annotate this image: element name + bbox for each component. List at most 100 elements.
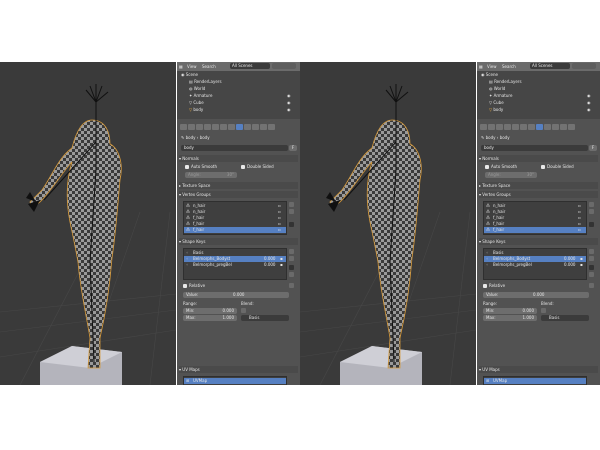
- shape-key-checkbox-icon[interactable]: ▪: [580, 262, 583, 268]
- render-tab-icon[interactable]: [180, 124, 187, 130]
- remove-vertex-group-button[interactable]: [289, 209, 294, 214]
- shape-key-value-field[interactable]: Value: 0.000: [183, 292, 289, 298]
- vertex-groups-section-header[interactable]: ▾ Vertex Groups: [479, 191, 598, 198]
- list-item-selected[interactable]: ⁂ f_hair ▫: [484, 227, 586, 233]
- outliner-item-cube[interactable]: ▽ Cube: [489, 100, 504, 106]
- mesh-data-tab-icon[interactable]: [236, 124, 243, 130]
- outliner-item-world[interactable]: ◍ World: [489, 86, 505, 92]
- normals-section-header[interactable]: ▾ Normals: [179, 155, 298, 162]
- shape-keys-list[interactable]: ◦ Basis ◦ Belmorphs_Bodyst 0.000 ▪ ◦ Belmorph…: [183, 248, 287, 280]
- visibility-eye-icon[interactable]: ◉: [587, 93, 591, 98]
- object-tab-icon[interactable]: [212, 124, 219, 130]
- render-tab-icon[interactable]: [480, 124, 487, 130]
- world-tab-icon[interactable]: [504, 124, 511, 130]
- pin-shape-key-icon[interactable]: [289, 283, 294, 288]
- 3d-viewport[interactable]: [300, 62, 476, 385]
- outliner-item-world[interactable]: ◍ World: [189, 86, 205, 92]
- scenes-filter-dropdown[interactable]: All Scenes: [230, 63, 270, 69]
- normals-section-header[interactable]: ▾ Normals: [479, 155, 598, 162]
- uv-maps-section-header[interactable]: ▾ UV Maps: [179, 366, 298, 373]
- search-menu[interactable]: Search: [202, 64, 216, 69]
- outliner-search-input[interactable]: [272, 63, 296, 69]
- pin-shape-key-icon[interactable]: [589, 283, 594, 288]
- outliner-item-cube[interactable]: ▽ Cube: [189, 100, 204, 106]
- min-field[interactable]: Min: 0.000: [483, 308, 537, 314]
- uv-maps-section-header[interactable]: ▾ UV Maps: [479, 366, 598, 373]
- vertex-group-specials-icon[interactable]: [289, 222, 294, 227]
- shape-key-checkbox-icon[interactable]: ▪: [280, 262, 283, 268]
- relative-checkbox[interactable]: [483, 284, 487, 288]
- object-tab-icon[interactable]: [512, 124, 519, 130]
- shape-keys-list[interactable]: ◦ Basis ◦ Belmorphs_Bodyst 0.000 ▪ ◦ Belmorph…: [483, 248, 587, 280]
- mesh-data-tab-icon[interactable]: [536, 124, 543, 130]
- outliner-item-armature[interactable]: ✦ Armature: [189, 93, 212, 99]
- modifiers-tab-icon[interactable]: [528, 124, 535, 130]
- outliner-item-renderlayers[interactable]: ▤ RenderLayers: [489, 79, 522, 85]
- move-shape-key-button[interactable]: [589, 272, 594, 277]
- texture-tab-icon[interactable]: [252, 124, 259, 130]
- outliner-editor-icon[interactable]: ▦: [479, 64, 483, 69]
- vertex-group-specials-icon[interactable]: [589, 222, 594, 227]
- lock-icon[interactable]: ▫: [278, 227, 281, 233]
- scenes-filter-dropdown[interactable]: All Scenes: [530, 63, 570, 69]
- scene-tab-icon[interactable]: [196, 124, 203, 130]
- outliner-item-armature[interactable]: ✦ Armature: [489, 93, 512, 99]
- visibility-eye-icon[interactable]: ◉: [587, 100, 591, 105]
- particles-tab-icon[interactable]: [560, 124, 567, 130]
- shape-keys-section-header[interactable]: ▾ Shape Keys: [479, 238, 598, 245]
- mesh-name-field[interactable]: body: [481, 145, 588, 151]
- outliner-search-input[interactable]: [572, 63, 596, 69]
- shape-key-specials-icon[interactable]: [589, 265, 594, 270]
- fake-user-button[interactable]: F: [589, 145, 597, 151]
- relative-checkbox[interactable]: [183, 284, 187, 288]
- fake-user-button[interactable]: F: [289, 145, 297, 151]
- layers-tab-icon[interactable]: [488, 124, 495, 130]
- angle-field[interactable]: Angle: 30°: [485, 172, 537, 178]
- constraints-tab-icon[interactable]: [220, 124, 227, 130]
- outliner-item-body[interactable]: ▽ body: [189, 107, 203, 113]
- modifiers-tab-icon[interactable]: [228, 124, 235, 130]
- double-sided-checkbox[interactable]: [241, 165, 245, 169]
- outliner-item-scene[interactable]: ◉ Scene: [181, 72, 198, 78]
- lock-icon[interactable]: ▫: [578, 227, 581, 233]
- layers-tab-icon[interactable]: [188, 124, 195, 130]
- list-item[interactable]: ◦ Belmorphs_pregBel 0.000 ▪: [184, 262, 286, 268]
- visibility-eye-icon[interactable]: ◉: [587, 107, 591, 112]
- particles-tab-icon[interactable]: [260, 124, 267, 130]
- constraints-tab-icon[interactable]: [520, 124, 527, 130]
- auto-smooth-checkbox[interactable]: [185, 165, 189, 169]
- vertex-groups-section-header[interactable]: ▾ Vertex Groups: [179, 191, 298, 198]
- shape-key-specials-icon[interactable]: [289, 265, 294, 270]
- list-item-selected[interactable]: ⁂ f_hair ▫: [184, 227, 286, 233]
- shape-keys-section-header[interactable]: ▾ Shape Keys: [179, 238, 298, 245]
- visibility-eye-icon[interactable]: ◉: [287, 93, 291, 98]
- double-sided-checkbox[interactable]: [541, 165, 545, 169]
- list-item-selected[interactable]: ⊞ UVMap: [484, 378, 586, 384]
- blend-relative-key-field[interactable]: Basis: [541, 315, 589, 321]
- add-vertex-group-button[interactable]: [589, 202, 594, 207]
- texture-tab-icon[interactable]: [552, 124, 559, 130]
- min-field[interactable]: Min: 0.000: [183, 308, 237, 314]
- vertex-groups-list[interactable]: ⁂ n_hair ▫ ⁂ n_hair ▫ ⁂ f_hair ▫ ⁂ f_hair ▫ ⁂ f_h…: [483, 201, 587, 235]
- uv-maps-list[interactable]: ⊞ UVMap: [183, 376, 287, 385]
- world-tab-icon[interactable]: [204, 124, 211, 130]
- blend-relative-key-field[interactable]: Basis: [241, 315, 289, 321]
- scene-tab-icon[interactable]: [496, 124, 503, 130]
- texture-space-section-header[interactable]: ▸ Texture Space: [179, 182, 298, 189]
- outliner-item-scene[interactable]: ◉ Scene: [481, 72, 498, 78]
- outliner-editor-icon[interactable]: ▦: [179, 64, 183, 69]
- view-menu[interactable]: View: [187, 64, 197, 69]
- outliner-item-renderlayers[interactable]: ▤ RenderLayers: [189, 79, 222, 85]
- uv-maps-list[interactable]: ⊞ UVMap: [483, 376, 587, 385]
- 3d-viewport[interactable]: [0, 62, 176, 385]
- add-shape-key-button[interactable]: [589, 249, 594, 254]
- auto-smooth-checkbox[interactable]: [485, 165, 489, 169]
- blend-vertex-group-icon[interactable]: [541, 308, 546, 313]
- material-tab-icon[interactable]: [244, 124, 251, 130]
- view-menu[interactable]: View: [487, 64, 497, 69]
- blend-vertex-group-icon[interactable]: [241, 308, 246, 313]
- add-shape-key-button[interactable]: [289, 249, 294, 254]
- angle-field[interactable]: Angle: 30°: [185, 172, 237, 178]
- add-vertex-group-button[interactable]: [289, 202, 294, 207]
- search-menu[interactable]: Search: [502, 64, 516, 69]
